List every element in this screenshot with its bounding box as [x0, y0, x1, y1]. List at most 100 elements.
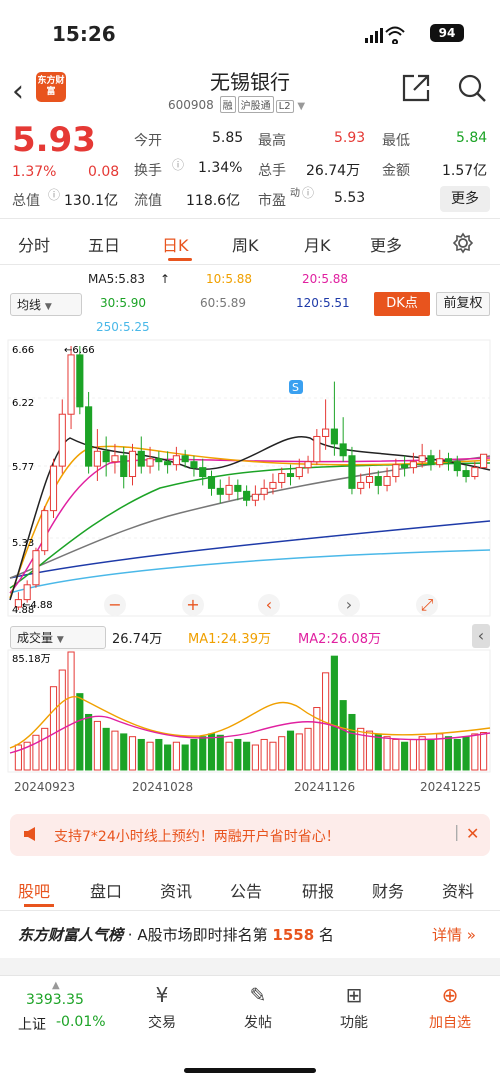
tab-more[interactable]: 更多	[370, 232, 402, 256]
candle-body	[85, 406, 93, 467]
candle-body	[216, 487, 224, 495]
trade-icon[interactable]: ¥	[132, 983, 192, 1007]
tab-weekly-k[interactable]: 周K	[232, 232, 259, 256]
candle-body	[313, 435, 321, 463]
tab-five-day[interactable]: 五日	[88, 232, 120, 256]
ma5-value: MA5:5.83	[88, 272, 145, 286]
volume-bar	[190, 738, 198, 771]
volume-bar	[120, 733, 128, 771]
candle-body	[102, 450, 110, 463]
candle-body	[339, 443, 347, 457]
scroll-right-button[interactable]: ›	[338, 594, 360, 616]
indicator-select-label: 均线	[17, 298, 42, 312]
candle-body	[374, 476, 382, 486]
arrow-up-icon: ↑	[160, 272, 171, 286]
dropdown-icon[interactable]: ▼	[297, 101, 305, 112]
tab-announcements[interactable]: 公告	[230, 878, 262, 902]
candle-body	[462, 470, 470, 478]
pe-sup: 动	[290, 188, 300, 199]
tab-research[interactable]: 研报	[302, 878, 334, 902]
ma250-value: 250:5.25	[96, 320, 150, 334]
candle-body	[128, 450, 137, 478]
change-value: 0.08	[88, 164, 120, 180]
ma60-line	[9, 455, 491, 579]
settings-icon[interactable]	[452, 232, 474, 254]
high-value: 5.93	[334, 130, 366, 146]
tab-orderbook[interactable]: 盘口	[90, 878, 122, 902]
megaphone-icon	[24, 827, 35, 841]
candle-body	[401, 464, 409, 469]
volume-bar	[401, 741, 409, 771]
volume-indicator-select[interactable]: 成交量 ▼	[10, 626, 106, 649]
candle-body	[251, 493, 259, 501]
tab-news[interactable]: 资讯	[160, 878, 192, 902]
volume-chart: 85.18万	[7, 649, 491, 773]
footer-apps[interactable]: 功能	[324, 1012, 384, 1032]
ma20-value: 20:5.88	[302, 272, 349, 286]
tab-profile[interactable]: 资料	[442, 878, 474, 902]
index-change: -0.01%	[56, 1014, 106, 1030]
chevron-down-icon: ▼	[56, 635, 64, 645]
mktcap-value: 130.1亿	[64, 193, 119, 209]
adjust-button[interactable]: 前复权	[436, 292, 490, 316]
footer-add-favorite[interactable]: 加自选	[420, 1012, 480, 1032]
indicator-select[interactable]: 均线 ▼	[10, 293, 82, 316]
candle-body	[93, 450, 101, 467]
rank-unit: 名	[318, 926, 334, 944]
divider	[0, 910, 500, 911]
candle-body	[181, 455, 189, 463]
tab-forum[interactable]: 股吧	[18, 878, 50, 902]
volume-bar	[67, 651, 75, 771]
amount-label: 金额	[382, 163, 410, 179]
y-label-top: 6.66	[12, 345, 34, 356]
info-icon[interactable]: ⓘ	[302, 184, 314, 201]
candle-body	[32, 550, 40, 586]
candle-body	[286, 473, 295, 478]
candle-body	[58, 413, 66, 467]
fullscreen-button[interactable]: ⤢	[416, 594, 438, 616]
date-label-2: 20241028	[132, 780, 194, 794]
add-favorite-icon[interactable]: ⊕	[420, 983, 480, 1007]
stock-code: 600908	[168, 98, 214, 112]
info-icon[interactable]: ⓘ	[48, 186, 60, 203]
share-icon[interactable]	[400, 72, 432, 104]
volume-bar	[427, 738, 435, 771]
tab-intraday[interactable]: 分时	[18, 232, 50, 256]
tab-daily-k[interactable]: 日K	[162, 232, 189, 256]
popularity-rank[interactable]: 东方财富人气榜 · A股市场即时排名第 1558 名	[18, 924, 334, 945]
section-gap	[0, 958, 500, 975]
rank-detail-link[interactable]: 详情 »	[432, 924, 476, 945]
mktcap-label: 总值	[12, 193, 40, 209]
status-bar: 15:26 94	[0, 0, 500, 66]
close-icon[interactable]: ✕	[466, 824, 479, 843]
apps-icon[interactable]: ⊞	[324, 983, 384, 1007]
zoom-out-button[interactable]: −	[104, 594, 126, 616]
y-label-4: 5.33	[12, 538, 34, 549]
index-value[interactable]: 3393.35	[26, 992, 84, 1008]
candle-body	[453, 461, 461, 472]
scroll-left-button[interactable]: ‹	[258, 594, 280, 616]
ma120-line	[9, 520, 491, 579]
ma10-value: 10:5.88	[206, 272, 253, 286]
tab-monthly-k[interactable]: 月K	[304, 232, 331, 256]
date-label-1: 20240923	[14, 780, 76, 794]
tab-finance[interactable]: 财务	[372, 878, 404, 902]
volume-bar	[251, 744, 259, 771]
candle-body	[330, 428, 338, 445]
candle-body	[155, 458, 163, 463]
footer-post[interactable]: 发帖	[228, 1012, 288, 1032]
amount-value: 1.57亿	[442, 163, 488, 179]
open-label: 今开	[134, 133, 162, 149]
candlestick-chart[interactable]: 6.66 6.22 5.77 5.33 4.88 ←6.66 ←4.88 S	[0, 338, 500, 620]
zoom-in-button[interactable]: +	[182, 594, 204, 616]
volume-bar	[462, 736, 470, 771]
dk-point-button[interactable]: DK点	[374, 292, 430, 316]
candle-body	[260, 487, 268, 495]
more-button[interactable]: 更多	[440, 186, 490, 212]
collapse-icon[interactable]: ‹	[472, 624, 490, 648]
search-icon[interactable]	[456, 72, 488, 104]
info-icon[interactable]: ⓘ	[172, 156, 184, 173]
footer-trade[interactable]: 交易	[132, 1012, 192, 1032]
pe-label: 市盈	[258, 193, 286, 209]
post-icon[interactable]: ✎	[228, 983, 288, 1007]
